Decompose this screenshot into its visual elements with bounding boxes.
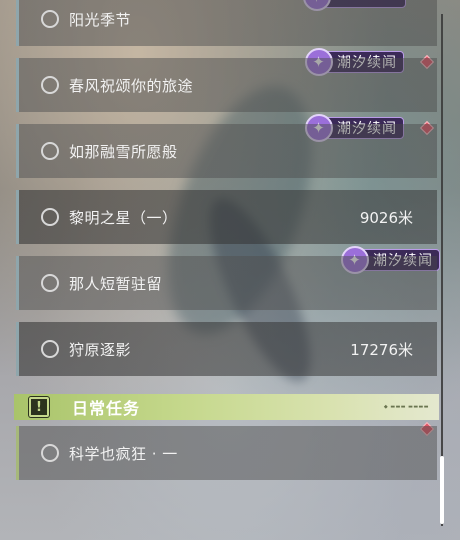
quest-row[interactable]: 春风祝颂你的旅途 [16,58,437,112]
exclamation-icon: ! [29,397,49,417]
circle-outline-icon [41,340,59,358]
circle-outline-icon [41,208,59,226]
circle-outline-icon [41,76,59,94]
circle-outline-icon [41,274,59,292]
quest-row[interactable]: 黎明之星（一） 9026米 [16,190,437,244]
quest-list: ✦ 阳光季节 ✦ 潮汐续闻 春风祝颂你的旅途 ✦ 潮汐续闻 如那融雪所愿般 黎明… [0,0,440,540]
quest-name: 如那融雪所愿般 [69,142,178,161]
quest-distance: 17276米 [350,340,413,359]
scrollbar-track[interactable] [441,14,443,526]
quest-row[interactable]: 狩原逐影 17276米 [16,322,437,376]
quest-name: 春风祝颂你的旅途 [69,76,194,95]
circle-outline-icon [41,142,59,160]
quest-row[interactable]: 那人短暂驻留 [16,256,437,310]
quest-name: 黎明之星（一） [69,208,178,227]
header-decoration: ◆ ▬▬▬ ▬▬▬▬ [383,404,429,410]
quest-name: 那人短暂驻留 [69,274,163,293]
quest-name: 狩原逐影 [69,340,132,359]
section-title: 日常任务 [72,399,141,418]
circle-outline-icon [41,10,59,28]
circle-outline-icon [41,444,59,462]
quest-row[interactable]: 阳光季节 [16,0,437,46]
daily-quests-header[interactable]: ! 日常任务 ◆ ▬▬▬ ▬▬▬▬ [14,394,439,420]
quest-row[interactable]: 如那融雪所愿般 [16,124,437,178]
quest-name: 科学也疯狂 · 一 [69,444,178,463]
quest-row-daily[interactable]: 科学也疯狂 · 一 [16,426,437,480]
quest-name: 阳光季节 [69,10,132,29]
scrollbar-thumb[interactable] [440,456,444,524]
quest-distance: 9026米 [359,208,413,227]
